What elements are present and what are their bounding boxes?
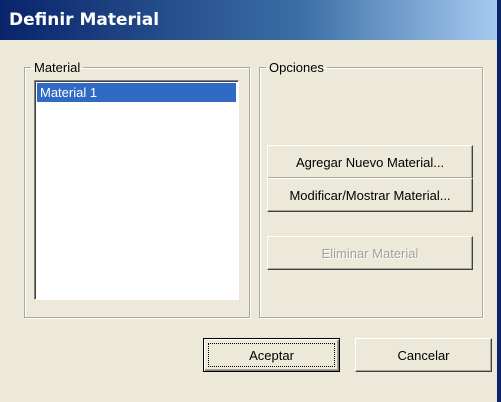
add-material-button[interactable]: Agregar Nuevo Material... (267, 145, 473, 179)
title-bar[interactable]: Definir Material (0, 0, 497, 40)
modify-material-button[interactable]: Modificar/Mostrar Material... (267, 178, 473, 212)
modify-material-button-label: Modificar/Mostrar Material... (289, 187, 451, 203)
window-title: Definir Material (9, 10, 160, 30)
cancel-button[interactable]: Cancelar (355, 338, 492, 372)
delete-material-button-label: Eliminar Material (321, 245, 419, 261)
material-group-legend: Material (34, 60, 81, 75)
list-item-label: Material 1 (40, 85, 98, 100)
cancel-button-label: Cancelar (397, 347, 450, 363)
list-item[interactable]: Material 1 (37, 83, 236, 102)
focus-rectangle (208, 343, 335, 367)
delete-material-button[interactable]: Eliminar Material (267, 236, 473, 270)
dialog-window: Definir Material Material Material 1 Opc… (0, 0, 501, 402)
ok-button[interactable]: Aceptar (203, 338, 340, 372)
options-group-legend: Opciones (269, 60, 324, 75)
material-listbox[interactable]: Material 1 (34, 80, 239, 300)
add-material-button-label: Agregar Nuevo Material... (295, 154, 445, 170)
